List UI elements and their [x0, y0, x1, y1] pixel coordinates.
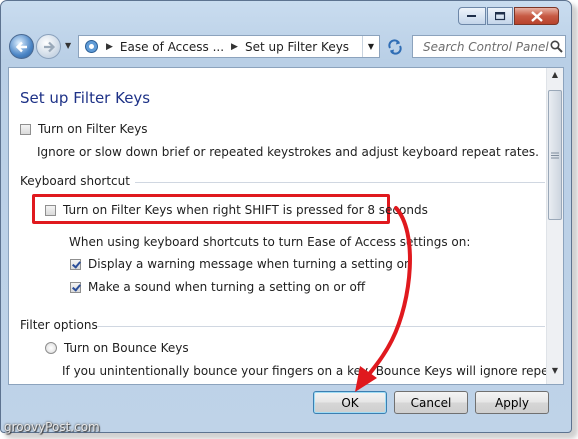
- annotation-arrow: [355, 206, 412, 392]
- watermark: groovyPost.com: [4, 420, 100, 434]
